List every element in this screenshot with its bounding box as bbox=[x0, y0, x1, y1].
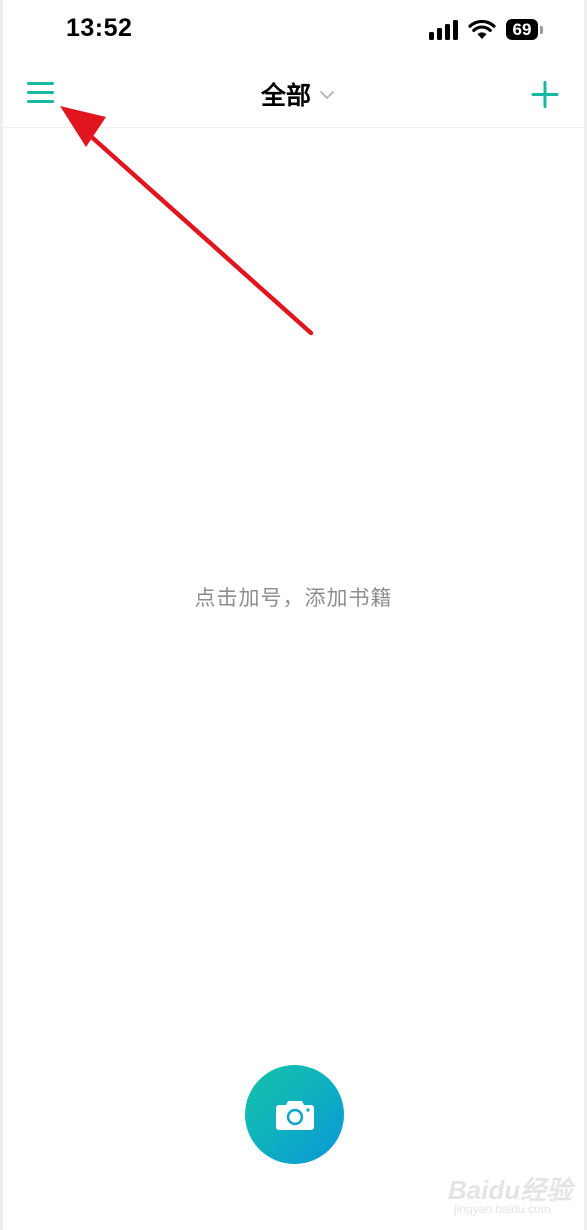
screen: 13:52 69 全部 点击加号，添加书籍 Baidu经验 jingyan.ba… bbox=[0, 0, 587, 1230]
add-button[interactable] bbox=[525, 76, 565, 112]
camera-button[interactable] bbox=[245, 1065, 344, 1164]
signal-icon bbox=[429, 20, 458, 40]
category-selector[interactable]: 全部 bbox=[203, 74, 393, 114]
menu-button[interactable] bbox=[19, 76, 59, 110]
annotation-arrow bbox=[60, 106, 314, 336]
nav-title: 全部 bbox=[260, 81, 311, 110]
battery-level: 69 bbox=[512, 20, 532, 39]
empty-state-message: 点击加号，添加书籍 bbox=[194, 586, 393, 610]
baidu-watermark: Baidu经验 jingyan.baidu.com bbox=[448, 1170, 578, 1222]
hamburger-menu-icon bbox=[27, 82, 54, 103]
left-edge bbox=[0, 0, 3, 1230]
status-bar: 13:52 69 bbox=[0, 0, 587, 60]
plus-icon bbox=[531, 81, 559, 108]
camera-icon bbox=[275, 1100, 314, 1130]
status-time: 13:52 bbox=[66, 14, 133, 42]
chevron-down-icon bbox=[320, 91, 334, 99]
battery-tip bbox=[540, 26, 543, 34]
wifi-icon bbox=[468, 19, 496, 39]
watermark-sub: jingyan.baidu.com bbox=[454, 1202, 551, 1216]
nav-bar: 全部 bbox=[3, 60, 584, 128]
battery-icon: 69 bbox=[506, 19, 538, 40]
